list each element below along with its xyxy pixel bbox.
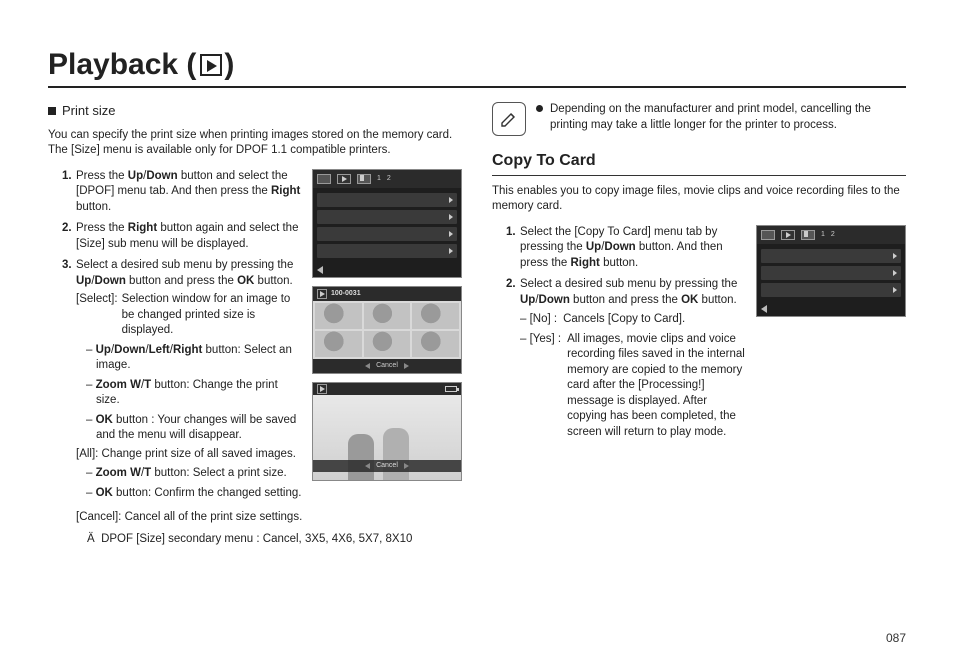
square-bullet-icon (48, 107, 56, 115)
cancel-label: Cancel (376, 461, 398, 470)
copy-step-1: 1. Select the [Copy To Card] menu tab by… (506, 225, 746, 272)
dpof-note: Ä DPOF [Size] secondary menu : Cancel, 3… (76, 532, 462, 548)
tip-box: Depending on the manufacturer and print … (492, 102, 906, 136)
battery-icon (445, 386, 457, 392)
thumbnail (364, 303, 411, 329)
print-size-heading: Print size (48, 102, 462, 120)
cancel-label-line: [Cancel]: Cancel all of the print size s… (76, 510, 462, 526)
speaker-tab-icon (801, 230, 815, 240)
menu-row (317, 193, 457, 207)
single-photo-screen: Cancel (312, 382, 462, 481)
tab-icon (317, 174, 331, 184)
play-small-icon (317, 289, 327, 299)
yes-option: – [Yes] : All images, movie clips and vo… (520, 332, 746, 441)
photo-subject (348, 434, 374, 480)
print-size-steps: 1. Press the Up/Down button and select t… (48, 169, 302, 502)
title-suffix: ) (224, 48, 234, 82)
step-2: 2. Press the Right button again and sele… (62, 221, 302, 252)
play-small-icon (317, 384, 327, 394)
cancel-label: Cancel (376, 361, 398, 370)
dpof-menu-screen: 1 2 (312, 169, 462, 278)
thumbnail (315, 303, 362, 329)
note-pencil-icon (492, 102, 526, 136)
thumbnail (412, 331, 459, 357)
zoom-line: – Zoom W/T button: Change the print size… (76, 378, 302, 409)
tip-text: Depending on the manufacturer and print … (550, 103, 871, 131)
right-arrow-icon (404, 363, 409, 369)
ok2-line: – OK button: Confirm the changed setting… (76, 486, 302, 502)
left-column: Print size You can specify the print siz… (48, 102, 462, 547)
menu-row (317, 227, 457, 241)
step-3: 3. Select a desired sub menu by pressing… (62, 258, 302, 501)
page-number: 087 (886, 631, 906, 645)
playback-mode-icon (198, 54, 224, 76)
thumbnail (364, 331, 411, 357)
photo-subject (383, 428, 409, 480)
left-arrow-icon (365, 463, 370, 469)
tab-2-icon: 2 (387, 174, 391, 183)
menu-row (317, 244, 457, 258)
step-1: 1. Press the Up/Down button and select t… (62, 169, 302, 216)
select-block: [Select]: Selection window for an image … (76, 292, 302, 339)
speaker-tab-icon (357, 174, 371, 184)
back-icon (761, 305, 767, 313)
page-title: Playback ( ) (48, 48, 906, 88)
zoom2-line: – Zoom W/T button: Select a print size. (76, 466, 302, 482)
bullet-icon (536, 105, 543, 112)
thumbnail (315, 331, 362, 357)
right-column: Depending on the manufacturer and print … (492, 102, 906, 547)
menu-row (761, 266, 901, 280)
right-arrow-icon (404, 463, 409, 469)
play-tab-icon (781, 230, 795, 240)
copy-intro: This enables you to copy image files, mo… (492, 184, 906, 215)
menu-row (761, 249, 901, 263)
left-arrow-icon (365, 363, 370, 369)
menu-row (317, 210, 457, 224)
copy-steps: 1. Select the [Copy To Card] menu tab by… (492, 225, 746, 441)
copy-step-2: 2. Select a desired sub menu by pressing… (506, 277, 746, 440)
tab-1-icon: 1 (377, 174, 381, 183)
tab-icon (761, 230, 775, 240)
copy-to-card-heading: Copy To Card (492, 150, 906, 176)
menu-row (761, 283, 901, 297)
left-screenshots: 1 2 100-0031 (312, 169, 462, 508)
tab-2-icon: 2 (831, 230, 835, 239)
no-option: – [No] : Cancels [Copy to Card]. (520, 312, 746, 328)
image-grid-screen: 100-0031 Cancel (312, 286, 462, 374)
folder-id: 100-0031 (331, 289, 361, 298)
tab-1-icon: 1 (821, 230, 825, 239)
print-size-label: Print size (62, 102, 115, 120)
ok-line: – OK button : Your changes will be saved… (76, 413, 302, 444)
all-label: [All]: Change print size of all saved im… (76, 447, 302, 463)
print-size-intro: You can specify the print size when prin… (48, 128, 462, 159)
nav-buttons-line: – Up/Down/Left/Right button: Select an i… (76, 343, 302, 374)
title-prefix: Playback ( (48, 48, 196, 82)
back-icon (317, 266, 323, 274)
play-tab-icon (337, 174, 351, 184)
copy-menu-screen: 1 2 (756, 225, 906, 317)
thumbnail (412, 303, 459, 329)
